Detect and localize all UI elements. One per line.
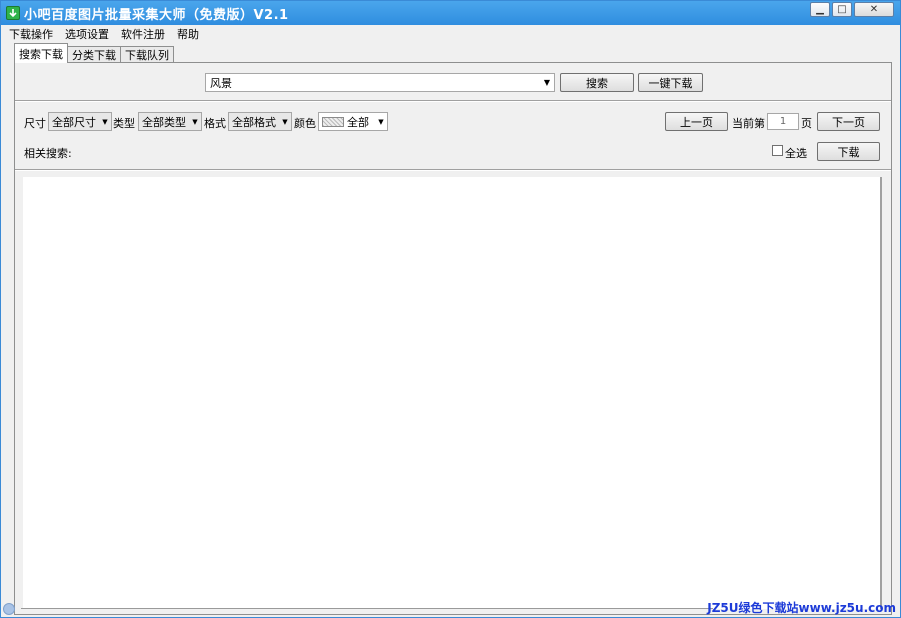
watermark-text: JZ5U绿色下载站www.jz5u.com: [707, 601, 896, 615]
divider: [15, 100, 891, 102]
tab-download-queue[interactable]: 下载队列: [120, 46, 174, 63]
one-click-download-button[interactable]: 一键下载: [638, 73, 703, 92]
download-arrow-icon: [6, 6, 20, 20]
related-search-label: 相关搜索:: [24, 147, 72, 160]
current-page-label: 当前第: [732, 117, 765, 130]
color-swatch: [322, 116, 344, 127]
status-bar: JZ5U绿色下载站www.jz5u.com: [1, 599, 900, 617]
title-bar[interactable]: 小吧百度图片批量采集大师（免费版）V2.1 ▁ □ ✕: [1, 1, 900, 25]
results-area[interactable]: [23, 177, 882, 609]
dropdown-arrow-icon: ▼: [282, 117, 288, 126]
page-suffix-label: 页: [801, 117, 812, 130]
search-button[interactable]: 搜索: [560, 73, 634, 92]
divider: [15, 169, 891, 171]
type-dropdown[interactable]: 全部类型 ▼: [138, 112, 202, 131]
dropdown-arrow-icon: ▼: [378, 117, 384, 126]
menu-register[interactable]: 软件注册: [121, 26, 165, 42]
color-dropdown[interactable]: 全部 ▼: [318, 112, 388, 131]
dropdown-arrow-icon[interactable]: ▼: [540, 74, 554, 91]
prev-page-button[interactable]: 上一页: [665, 112, 728, 131]
type-label: 类型: [113, 117, 135, 130]
menu-download-ops[interactable]: 下载操作: [9, 26, 53, 42]
dropdown-arrow-icon: ▼: [192, 117, 198, 126]
size-dropdown[interactable]: 全部尺寸 ▼: [48, 112, 112, 131]
tab-search-download[interactable]: 搜索下载: [14, 43, 68, 63]
status-indicator: [3, 603, 15, 615]
download-button[interactable]: 下载: [817, 142, 880, 161]
tab-strip: 搜索下载 分类下载 下载队列: [14, 43, 174, 63]
close-button[interactable]: ✕: [854, 2, 894, 17]
next-page-button[interactable]: 下一页: [817, 112, 880, 131]
search-input-value: 风景: [210, 76, 232, 90]
menu-help[interactable]: 帮助: [177, 26, 199, 42]
minimize-button[interactable]: ▁: [810, 2, 830, 17]
window-title: 小吧百度图片批量采集大师（免费版）V2.1: [24, 7, 289, 23]
color-dropdown-value: 全部: [347, 115, 369, 129]
maximize-button[interactable]: □: [832, 2, 852, 17]
tab-category-download[interactable]: 分类下载: [67, 46, 121, 63]
format-dropdown[interactable]: 全部格式 ▼: [228, 112, 292, 131]
type-dropdown-value: 全部类型: [142, 115, 186, 129]
select-all-label: 全选: [785, 147, 807, 160]
menu-bar: 下载操作 选项设置 软件注册 帮助: [1, 25, 900, 43]
page-number-input[interactable]: 1: [767, 113, 799, 130]
color-label: 颜色: [294, 117, 316, 130]
format-label: 格式: [204, 117, 226, 130]
app-window: 小吧百度图片批量采集大师（免费版）V2.1 ▁ □ ✕ 下载操作 选项设置 软件…: [0, 0, 901, 618]
size-dropdown-value: 全部尺寸: [52, 115, 96, 129]
progress-line: [21, 608, 713, 609]
format-dropdown-value: 全部格式: [232, 115, 276, 129]
search-input[interactable]: 风景 ▼: [205, 73, 555, 92]
select-all-checkbox[interactable]: [772, 145, 783, 156]
dropdown-arrow-icon: ▼: [102, 117, 108, 126]
tab-panel: 风景 ▼ 搜索 一键下载 尺寸 全部尺寸 ▼ 类型 全部类型 ▼ 格式 全部格式…: [14, 62, 892, 615]
size-label: 尺寸: [24, 117, 46, 130]
menu-options[interactable]: 选项设置: [65, 26, 109, 42]
